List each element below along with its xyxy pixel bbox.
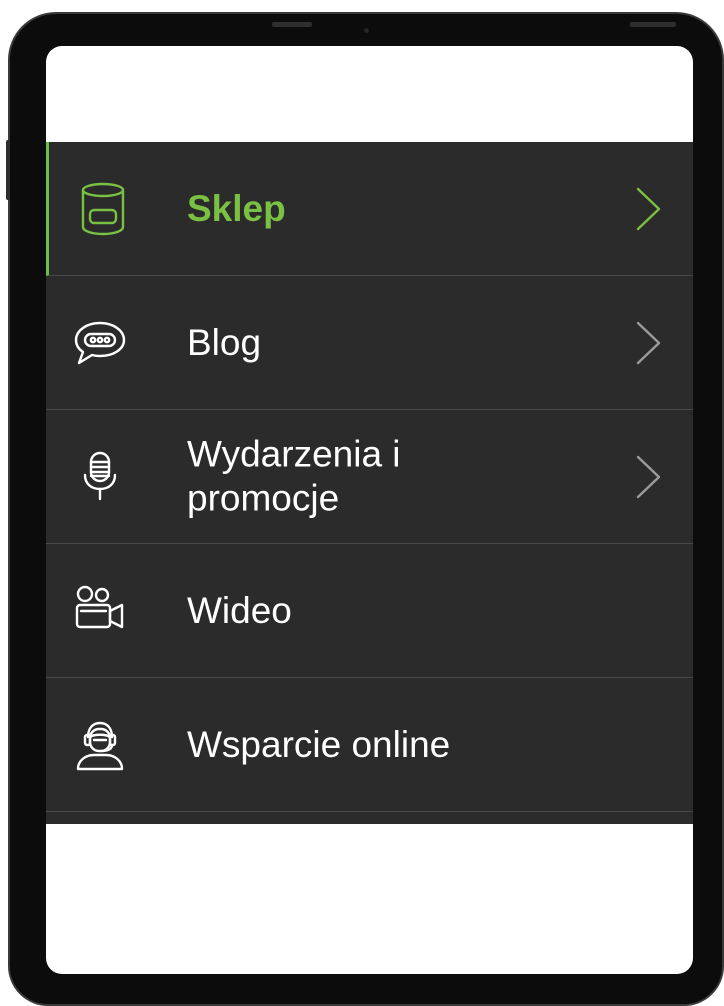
speech-bubble-icon xyxy=(72,315,128,371)
menu-bottom-spacer xyxy=(46,812,693,824)
menu-item-label: Wideo xyxy=(187,589,292,631)
device-side-button xyxy=(6,140,10,200)
menu-item-label: Blog xyxy=(187,321,262,363)
tablet-screen: Sklep Blog Wydarzenia i promocje Wideo W… xyxy=(46,46,693,974)
menu-item-wsparcie[interactable]: Wsparcie online xyxy=(46,678,693,812)
device-top-button-right xyxy=(630,22,676,27)
menu-item-blog[interactable]: Blog xyxy=(46,276,693,410)
menu-item-label: Wsparcie online xyxy=(187,723,451,765)
menu-item-sklep[interactable]: Sklep xyxy=(46,142,693,276)
menu-item-wideo[interactable]: Wideo xyxy=(46,544,693,678)
menu-item-label: Wydarzenia i promocje xyxy=(187,433,401,519)
menu-item-wydarzenia[interactable]: Wydarzenia i promocje xyxy=(46,410,693,544)
database-cylinder-icon xyxy=(75,181,131,237)
chevron-right-icon[interactable] xyxy=(633,453,663,501)
front-camera xyxy=(364,28,369,33)
video-camera-icon xyxy=(72,583,128,639)
navigation-menu: Sklep Blog Wydarzenia i promocje Wideo W… xyxy=(46,142,693,824)
support-agent-icon xyxy=(72,717,128,773)
menu-item-label: Sklep xyxy=(187,187,286,229)
chevron-right-icon[interactable] xyxy=(633,319,663,367)
microphone-icon xyxy=(72,449,128,505)
device-top-button xyxy=(272,22,312,27)
chevron-right-icon[interactable] xyxy=(633,185,663,233)
